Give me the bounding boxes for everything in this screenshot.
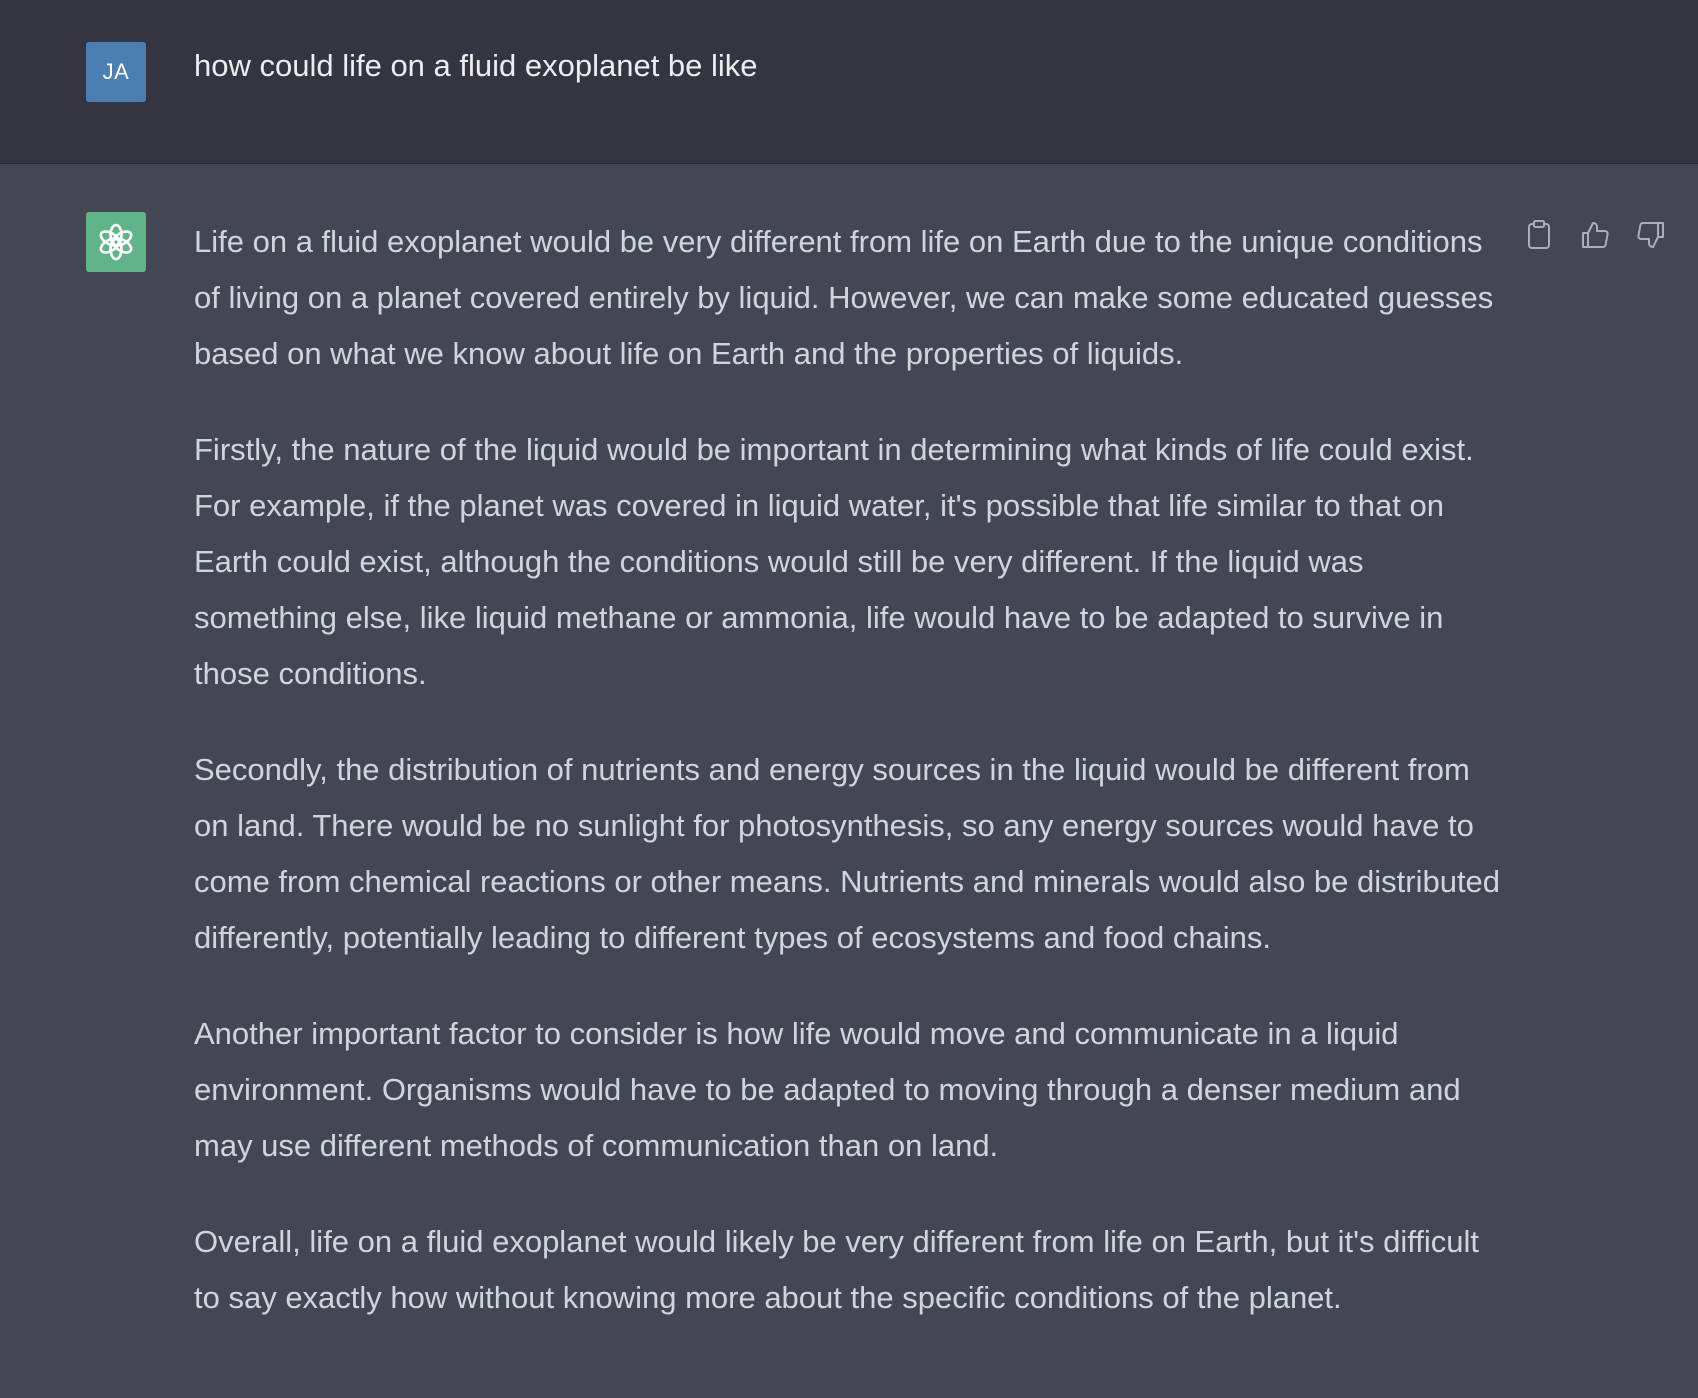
response-paragraph: Life on a fluid exoplanet would be very …	[194, 224, 1494, 371]
message-actions	[1522, 218, 1668, 252]
openai-logo-icon	[99, 223, 133, 261]
assistant-response: Life on a fluid exoplanet would be very …	[194, 214, 1504, 1366]
user-avatar-initials: JA	[102, 59, 130, 84]
thumbs-down-icon	[1637, 222, 1664, 248]
thumbs-up-icon	[1582, 222, 1609, 248]
assistant-avatar	[86, 212, 146, 272]
user-avatar: JA	[86, 42, 146, 102]
response-paragraph: Another important factor to consider is …	[194, 1016, 1461, 1163]
user-message-row: JA how could life on a fluid exoplanet b…	[0, 0, 1698, 164]
copy-icon	[1528, 220, 1550, 249]
assistant-message-row: Life on a fluid exoplanet would be very …	[0, 164, 1698, 1398]
user-message-text: how could life on a fluid exoplanet be l…	[194, 48, 758, 83]
thumbs-down-button[interactable]	[1634, 218, 1668, 252]
response-paragraph: Overall, life on a fluid exoplanet would…	[194, 1224, 1480, 1315]
response-paragraph: Secondly, the distribution of nutrients …	[194, 752, 1501, 955]
response-paragraph: Firstly, the nature of the liquid would …	[194, 432, 1474, 691]
thumbs-up-button[interactable]	[1578, 218, 1612, 252]
chat-page: JA how could life on a fluid exoplanet b…	[0, 0, 1698, 1398]
copy-button[interactable]	[1522, 218, 1556, 252]
